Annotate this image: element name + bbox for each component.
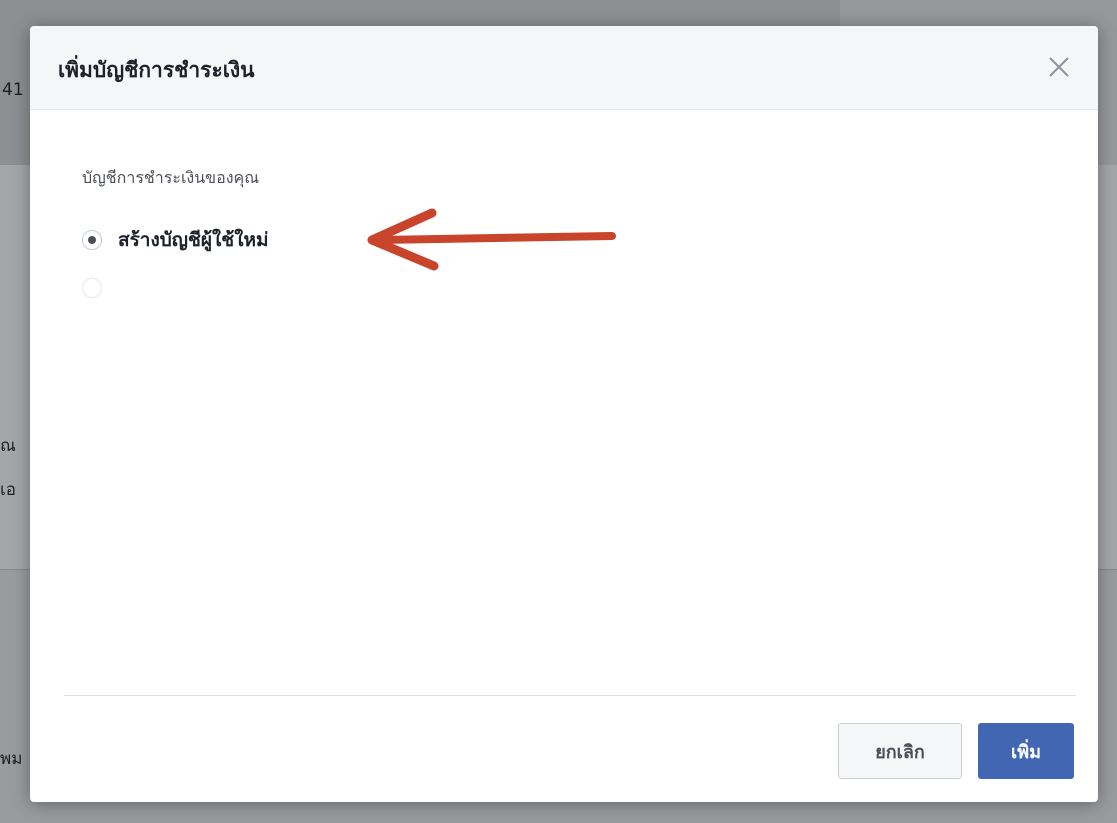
annotation-arrow-icon (367, 208, 616, 271)
arrow-shaft (374, 232, 616, 244)
